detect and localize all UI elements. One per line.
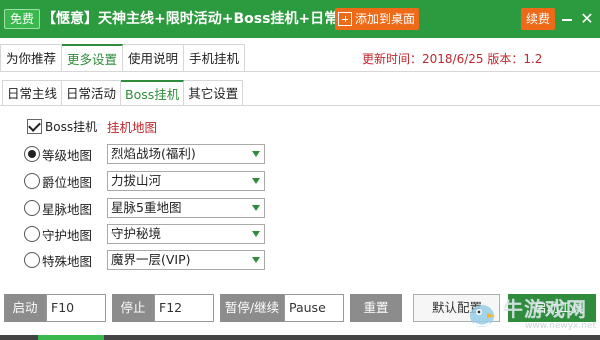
hotkey-bar: 启动 F10 停止 F12 暂停/继续 Pause 重置 默认配置 启动工具: [0, 294, 600, 326]
dropdown-arrow-icon: [252, 257, 260, 263]
start-hotkey-label: 启动: [4, 294, 46, 322]
map-label: 爵位地图: [42, 175, 93, 190]
stop-hotkey-input[interactable]: F12: [154, 294, 214, 322]
radio-level-map[interactable]: [24, 146, 40, 162]
boss-enable-checkbox[interactable]: Boss挂机: [27, 118, 97, 135]
default-config-button[interactable]: 默认配置: [413, 294, 500, 322]
map-select[interactable]: 烈焰战场(福利): [107, 144, 265, 164]
map-select[interactable]: 力拔山河: [107, 171, 265, 191]
update-info: 更新时间：2018/6/25 版本：1.2: [362, 52, 543, 66]
taskbar-active-item: [38, 335, 104, 340]
dropdown-arrow-icon: [252, 205, 260, 211]
boss-enable-label: Boss挂机: [45, 120, 98, 134]
tab-recommend[interactable]: 为你推荐: [0, 44, 63, 72]
map-label: 特殊地图: [42, 254, 93, 269]
divider: [0, 71, 600, 72]
dropdown-arrow-icon: [252, 231, 260, 237]
map-header: 挂机地图: [107, 120, 158, 135]
plus-square-icon: [338, 12, 352, 26]
map-select-value: 星脉5重地图: [111, 200, 182, 215]
map-select[interactable]: 星脉5重地图: [107, 198, 265, 218]
radio-guard-map[interactable]: [24, 226, 40, 242]
tab-daily-activity[interactable]: 日常活动: [62, 80, 122, 106]
tab-daily-main[interactable]: 日常主线: [2, 80, 63, 106]
tab-mobile[interactable]: 手机挂机: [184, 44, 246, 72]
radio-star-map[interactable]: [24, 200, 40, 216]
start-hotkey-input[interactable]: F10: [46, 294, 106, 322]
tab-boss[interactable]: Boss挂机: [121, 80, 185, 106]
dropdown-arrow-icon: [252, 151, 260, 157]
free-badge[interactable]: 免费: [4, 9, 41, 29]
tab-instructions[interactable]: 使用说明: [123, 44, 185, 72]
checkbox[interactable]: [27, 119, 42, 134]
taskbar-strip: [0, 335, 600, 340]
map-select[interactable]: 守护秘境: [107, 224, 265, 244]
radio-rank-map[interactable]: [24, 173, 40, 189]
map-select-value: 烈焰战场(福利): [111, 146, 196, 161]
reset-button[interactable]: 重置: [350, 294, 402, 322]
stop-hotkey-label: 停止: [112, 294, 154, 322]
close-icon[interactable]: ✕: [580, 11, 594, 27]
dropdown-arrow-icon: [252, 178, 260, 184]
pause-hotkey-label: 暂停/继续: [220, 294, 284, 322]
map-select-value: 守护秘境: [111, 226, 162, 241]
main-tabs: 为你推荐 更多设置 使用说明 手机挂机: [0, 44, 246, 72]
map-select-value: 魔界一层(VIP): [111, 252, 191, 267]
start-tool-button[interactable]: 启动工具: [508, 294, 596, 322]
sub-tabs: 日常主线 日常活动 Boss挂机 其它设置: [2, 80, 244, 106]
renew-button[interactable]: 续费: [521, 8, 555, 30]
minimize-icon[interactable]: [561, 12, 573, 26]
add-to-desktop-button[interactable]: 添加到桌面: [335, 8, 420, 30]
pause-hotkey-input[interactable]: Pause: [284, 294, 344, 322]
add-to-desktop-label: 添加到桌面: [355, 12, 416, 26]
map-select[interactable]: 魔界一层(VIP): [107, 250, 265, 270]
map-select-value: 力拔山河: [111, 173, 162, 188]
map-label: 等级地图: [42, 148, 93, 163]
app-title: 【惬意】天神主线+限时活动+Boss挂机+日常: [42, 11, 339, 27]
map-label: 守护地图: [42, 228, 93, 243]
tab-other-settings[interactable]: 其它设置: [184, 80, 244, 106]
tab-more-settings[interactable]: 更多设置: [62, 44, 124, 72]
map-label: 星脉地图: [42, 202, 93, 217]
divider: [0, 105, 600, 106]
radio-special-map[interactable]: [24, 252, 40, 268]
title-bar: 免费 【惬意】天神主线+限时活动+Boss挂机+日常 添加到桌面 续费 ✕: [0, 0, 600, 38]
